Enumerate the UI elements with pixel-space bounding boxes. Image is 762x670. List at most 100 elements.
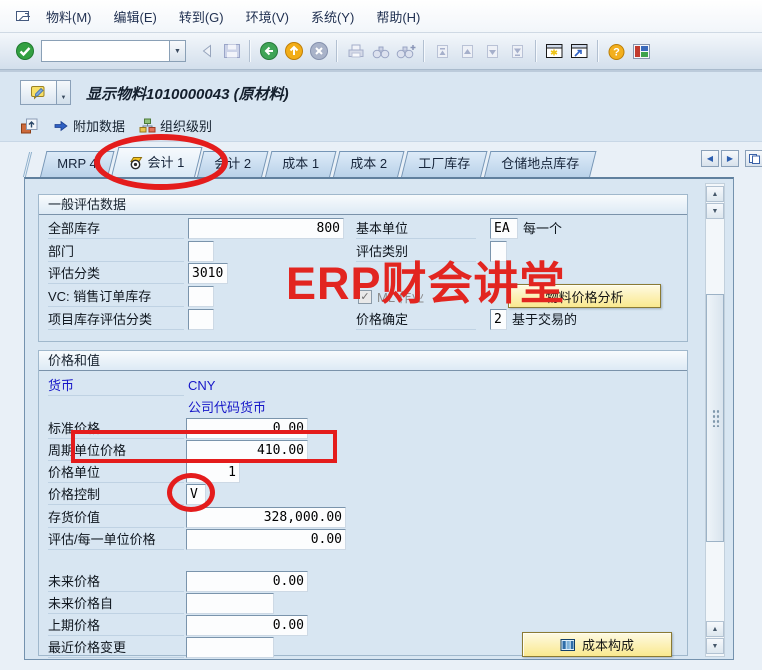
valuation-category-field[interactable] <box>490 241 507 262</box>
menu-bar: 物料(M) 编辑(E) 转到(G) 环境(V) 系统(Y) 帮助(H) <box>0 0 762 33</box>
tab-costing-2[interactable]: 成本 2 <box>333 151 404 177</box>
tab-costing-1[interactable]: 成本 1 <box>265 151 336 177</box>
cost-components-icon <box>560 638 576 652</box>
scroll-down-icon[interactable]: ▼ <box>706 203 724 219</box>
vc-sales-order-stock-field[interactable] <box>188 286 214 307</box>
periodic-unit-price-label: 周期单位价格 <box>48 441 184 461</box>
help-icon[interactable]: ? <box>604 39 629 64</box>
valuation-class-field[interactable]: 3010 <box>188 263 228 284</box>
cancel-icon[interactable] <box>306 39 331 64</box>
new-session-icon[interactable] <box>542 39 567 64</box>
periodic-unit-price-field[interactable]: 410.00 <box>186 440 308 461</box>
tab-accounting-2[interactable]: 会计 2 <box>197 151 268 177</box>
future-price-from-label: 未来价格自 <box>48 594 184 614</box>
next-page-icon[interactable] <box>480 39 505 64</box>
tab-overflow-decoration <box>23 152 38 177</box>
services-for-object-button[interactable] <box>20 80 57 105</box>
standard-price-label: 标准价格 <box>48 419 184 439</box>
print-icon[interactable] <box>343 39 368 64</box>
system-menu-icon[interactable] <box>10 4 35 29</box>
future-price-from-field[interactable] <box>186 593 274 614</box>
scrollbar-grip <box>712 409 720 427</box>
tab-list-icon[interactable] <box>745 150 762 167</box>
price-unit-field[interactable]: 1 <box>186 462 240 483</box>
menu-environment[interactable]: 环境(V) <box>235 4 300 29</box>
total-stock-field[interactable]: 800 <box>188 218 344 239</box>
menu-material[interactable]: 物料(M) <box>35 4 103 29</box>
scroll-up-icon[interactable]: ▲ <box>706 186 724 202</box>
ml-active-checkbox[interactable]: ✓ <box>358 290 372 304</box>
inventory-value-field[interactable]: 328,000.00 <box>186 507 346 528</box>
command-dropdown-icon[interactable]: ▼ <box>169 40 186 62</box>
price-determination-field[interactable]: 2 <box>490 309 507 330</box>
vertical-scrollbar[interactable]: ▲ ▼ ▲ ▼ <box>705 183 725 657</box>
price-unit-label: 价格单位 <box>48 463 184 483</box>
tab-scroll-buttons: ◀ ▶ <box>701 150 762 167</box>
back-triangle-icon[interactable] <box>194 39 219 64</box>
title-bar: ▼ 显示物料1010000043 (原材料) <box>0 70 762 110</box>
menu-edit[interactable]: 编辑(E) <box>103 4 168 29</box>
find-icon[interactable] <box>368 39 393 64</box>
tab-scroll-right-icon[interactable]: ▶ <box>721 150 739 167</box>
toolbar-separator <box>423 40 425 62</box>
exit-icon[interactable] <box>281 39 306 64</box>
org-levels-button[interactable]: 组织级别 <box>139 116 212 135</box>
menu-goto[interactable]: 转到(G) <box>168 4 235 29</box>
menu-help[interactable]: 帮助(H) <box>365 4 431 29</box>
services-dropdown-icon[interactable]: ▼ <box>57 80 71 105</box>
currency-label: 货币 <box>48 376 184 396</box>
scrollbar-thumb[interactable] <box>706 294 724 542</box>
org-levels-label: 组织级别 <box>160 116 212 135</box>
tab-storage-location-stock[interactable]: 仓储地点库存 <box>484 151 596 177</box>
last-price-change-field[interactable] <box>186 637 274 658</box>
scroll-up-icon[interactable]: ▲ <box>706 621 724 637</box>
inventory-value-label: 存货价值 <box>48 508 184 528</box>
tab-scroll-left-icon[interactable]: ◀ <box>701 150 719 167</box>
cost-components-label: 成本构成 <box>582 635 634 654</box>
enter-icon[interactable] <box>12 39 37 64</box>
save-icon[interactable] <box>219 39 244 64</box>
toolbar-separator <box>597 40 599 62</box>
tab-strip: MRP 4 会计 1 会计 2 成本 1 成本 2 工厂库存 仓储地点库存 <box>26 146 686 177</box>
first-page-icon[interactable] <box>430 39 455 64</box>
vc-sales-order-stock-label: VC: 销售订单库存 <box>48 287 184 307</box>
previous-page-icon[interactable] <box>455 39 480 64</box>
find-next-icon[interactable] <box>393 39 418 64</box>
future-price-field[interactable]: 0.00 <box>186 571 308 592</box>
price-determination-label: 价格确定 <box>356 310 476 330</box>
toolbar-separator <box>336 40 338 62</box>
tab-mrp4[interactable]: MRP 4 <box>40 151 114 177</box>
tab-plant-stock[interactable]: 工厂库存 <box>401 151 487 177</box>
last-page-icon[interactable] <box>505 39 530 64</box>
per-unit-price-field[interactable]: 0.00 <box>186 529 346 550</box>
services-for-object-icon <box>30 85 48 101</box>
prices-values-title: 价格和值 <box>39 351 687 371</box>
project-stock-valuation-class-label: 项目库存评估分类 <box>48 310 184 330</box>
previous-price-field[interactable]: 0.00 <box>186 615 308 636</box>
division-label: 部门 <box>48 242 184 262</box>
project-stock-valuation-class-field[interactable] <box>188 309 214 330</box>
material-price-analysis-button[interactable]: 物料价格分析 <box>508 284 661 308</box>
menu-system[interactable]: 系统(Y) <box>300 4 365 29</box>
scroll-down-icon[interactable]: ▼ <box>706 638 724 654</box>
company-code-currency-label: 公司代码货币 <box>188 398 266 418</box>
customize-layout-icon[interactable] <box>629 39 654 64</box>
additional-data-label: 附加数据 <box>73 116 125 135</box>
previous-price-label: 上期价格 <box>48 616 184 636</box>
display-other-material-button[interactable] <box>20 117 39 135</box>
standard-price-field[interactable]: 0.00 <box>186 418 308 439</box>
price-control-field[interactable]: V <box>186 484 206 505</box>
division-field[interactable] <box>188 241 214 262</box>
create-shortcut-icon[interactable] <box>567 39 592 64</box>
additional-data-button[interactable]: 附加数据 <box>53 116 125 135</box>
base-unit-suffix: 每一个 <box>523 219 562 239</box>
last-price-change-label: 最近价格变更 <box>48 638 184 658</box>
base-unit-field[interactable]: EA <box>490 218 518 239</box>
per-unit-price-label: 评估/每一单位价格 <box>48 530 184 550</box>
valuation-class-label: 评估分类 <box>48 264 184 284</box>
tab-accounting-1[interactable]: 会计 1 <box>111 147 202 177</box>
command-input[interactable] <box>41 40 169 62</box>
svg-text:?: ? <box>613 46 620 58</box>
cost-components-button[interactable]: 成本构成 <box>522 632 672 657</box>
back-icon[interactable] <box>256 39 281 64</box>
